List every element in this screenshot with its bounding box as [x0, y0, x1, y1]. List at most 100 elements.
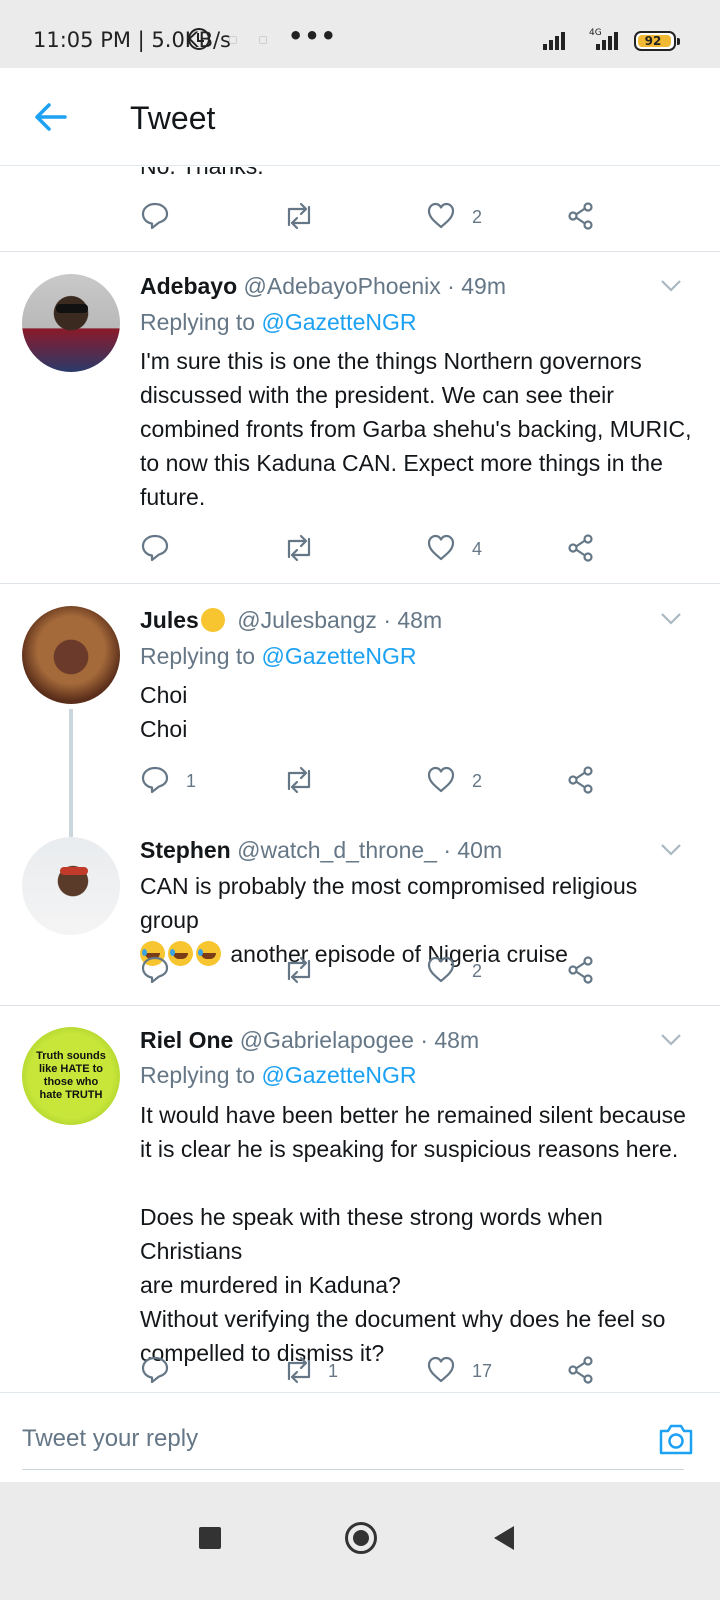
app-header: Tweet [0, 68, 720, 166]
reply-count: 1 [186, 771, 197, 791]
tweet-line: I'm sure this is one the things Northern… [140, 348, 642, 374]
tweet-line-spacer [140, 1166, 696, 1200]
chevron-down-icon[interactable] [660, 843, 682, 857]
battery-level: 92 [644, 34, 662, 48]
tweet-actions: 2 [140, 199, 620, 235]
heart-icon [427, 1356, 455, 1383]
tweet-header: Adebayo @AdebayoPhoenix · 49m [140, 273, 506, 300]
retweet-icon [287, 202, 311, 230]
heart-icon [427, 766, 455, 793]
like-count: 2 [472, 207, 483, 227]
user-name[interactable]: Stephen [140, 837, 231, 863]
recent-apps-button[interactable] [199, 1527, 221, 1549]
status-bar: 11:05 PM | 5.0KB/s ••• 4G 92 [0, 0, 720, 68]
tweet-line: combined fronts from Garba shehu's backi… [140, 416, 692, 442]
tweet-actions: 1 17 [140, 1353, 620, 1389]
like-count: 17 [472, 1361, 493, 1381]
tweet-line: Without verifying the document why does … [140, 1306, 666, 1332]
tweet-line: CAN is probably the most compromised rel… [140, 873, 638, 933]
divider [0, 251, 720, 252]
reply-input[interactable]: Tweet your reply [22, 1425, 198, 1453]
tweet-line: Choi [140, 716, 188, 742]
retweet-icon [287, 534, 311, 562]
user-handle: @Julesbangz · 48m [237, 607, 443, 633]
tweet-feed[interactable]: No. Thanks. 2 Adebayo @AdebayoPhoenix · … [0, 167, 720, 1392]
heart-icon [427, 202, 455, 229]
reply-input-underline [22, 1469, 684, 1470]
partial-tweet-text: No. Thanks. [140, 167, 264, 180]
share-icon [568, 1356, 593, 1384]
reply-icon [141, 1356, 169, 1384]
share-icon [568, 534, 593, 562]
camera-icon[interactable] [657, 1421, 695, 1457]
tweet-line: Choi [140, 682, 188, 708]
retweet-icon [287, 1356, 311, 1384]
chevron-down-icon[interactable] [660, 612, 682, 626]
like-count: 2 [472, 961, 483, 981]
tweet-line: future. [140, 484, 206, 510]
retweet-icon [287, 956, 311, 984]
retweet-icon [287, 766, 311, 794]
tweet-actions: 2 [140, 953, 620, 989]
avatar-jules[interactable] [22, 606, 120, 704]
like-count: 4 [472, 539, 483, 559]
tweet-header: Jules @Julesbangz · 48m [140, 607, 442, 634]
page-title: Tweet [130, 100, 216, 136]
tweet-line: to now this Kaduna CAN. Expect more thin… [140, 450, 663, 476]
tweet-line: it is clear he is speaking for suspiciou… [140, 1136, 679, 1162]
mention-link[interactable]: @GazetteNGR [261, 1062, 416, 1088]
replying-label: Replying to [140, 309, 262, 335]
tweet-actions: 4 [140, 531, 620, 567]
user-name[interactable]: Riel One [140, 1027, 233, 1053]
replying-label: Replying to [140, 1062, 262, 1088]
battery-icon: 92 [634, 31, 680, 51]
avatar-stephen[interactable] [22, 837, 120, 935]
more-notifications-icon: ••• [288, 22, 338, 50]
share-icon [568, 202, 593, 230]
replying-to: Replying to @GazetteNGR [140, 643, 416, 670]
tweet-line: It would have been better he remained si… [140, 1102, 686, 1128]
avatar-riel-one[interactable]: Truth sounds like HATE to those who hate… [22, 1027, 120, 1125]
back-button[interactable] [494, 1526, 514, 1550]
divider [0, 1005, 720, 1006]
signal-icon-2 [596, 30, 624, 50]
alarm-icon [188, 28, 210, 50]
replying-label: Replying to [140, 643, 262, 669]
chevron-down-icon[interactable] [660, 1033, 682, 1047]
tweet-header: Stephen @watch_d_throne_ · 40m [140, 837, 502, 864]
notification-icon [229, 36, 237, 44]
avatar-adebayo[interactable] [22, 274, 120, 372]
notification-icon [259, 36, 267, 44]
tweet-text: I'm sure this is one the things Northern… [140, 344, 696, 514]
reply-composer: Tweet your reply [0, 1392, 720, 1480]
tweet-header: Riel One @Gabrielapogee · 48m [140, 1027, 479, 1054]
reply-icon [141, 202, 169, 230]
reply-icon [141, 766, 169, 794]
user-name[interactable]: Jules [140, 607, 199, 633]
replying-to: Replying to @GazetteNGR [140, 1062, 416, 1089]
replying-to: Replying to @GazetteNGR [140, 309, 416, 336]
like-count: 2 [472, 771, 483, 791]
retweet-count: 1 [328, 1361, 339, 1381]
tweet-line: Does he speak with these strong words wh… [140, 1204, 603, 1264]
tweet-line: discussed with the president. We can see… [140, 382, 614, 408]
heart-icon [427, 956, 455, 983]
share-icon [568, 956, 593, 984]
user-handle: @Gabrielapogee · 48m [239, 1027, 480, 1053]
tweet-actions: 1 2 [140, 763, 620, 799]
smirk-emoji-icon [200, 608, 225, 632]
mention-link[interactable]: @GazetteNGR [261, 309, 416, 335]
system-nav-bar [0, 1482, 720, 1600]
mention-link[interactable]: @GazetteNGR [261, 643, 416, 669]
tweet-line: are murdered in Kaduna? [140, 1272, 401, 1298]
user-name[interactable]: Adebayo [140, 273, 237, 299]
tweet-text: It would have been better he remained si… [140, 1098, 696, 1370]
back-arrow-icon[interactable] [34, 102, 68, 132]
chevron-down-icon[interactable] [660, 279, 682, 293]
reply-icon [141, 956, 169, 984]
thread-line [69, 709, 73, 837]
user-handle: @AdebayoPhoenix · 49m [243, 273, 506, 299]
share-icon [568, 766, 593, 794]
home-button[interactable] [345, 1522, 377, 1554]
tweet-text: Choi Choi [140, 678, 696, 746]
